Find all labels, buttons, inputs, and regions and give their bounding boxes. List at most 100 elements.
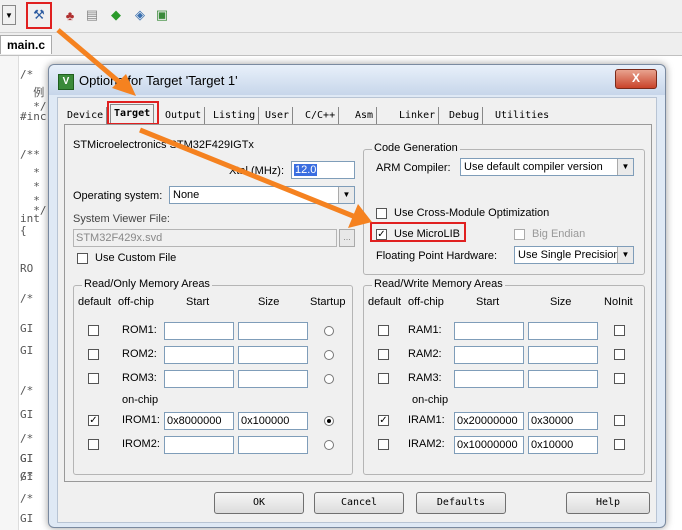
- tab-asm[interactable]: Asm: [352, 107, 378, 124]
- code-line: GI: [20, 470, 34, 483]
- cross-module-checkbox[interactable]: [376, 208, 387, 219]
- tab-output[interactable]: Output: [162, 107, 206, 124]
- rw-size-input[interactable]: 0x10000: [528, 436, 598, 454]
- startup-radio[interactable]: [324, 416, 334, 426]
- arm-compiler-label: ARM Compiler:: [376, 162, 451, 174]
- ok-button[interactable]: OK: [214, 492, 304, 514]
- big-endian-label: Big Endian: [532, 228, 586, 240]
- tab-device[interactable]: Device: [64, 107, 108, 124]
- rw-start-input[interactable]: [454, 370, 524, 388]
- ro-default-checkbox[interactable]: [88, 325, 99, 336]
- code-line: /*: [20, 432, 34, 445]
- ro-default-checkbox[interactable]: ✓: [88, 415, 99, 426]
- rw-default-checkbox[interactable]: [378, 325, 389, 336]
- ro-start-input[interactable]: [164, 322, 234, 340]
- stack-icon[interactable]: ▤: [82, 5, 102, 25]
- rw-start-input[interactable]: [454, 346, 524, 364]
- rw-default-checkbox[interactable]: [378, 373, 389, 384]
- code-line: /**: [20, 148, 40, 161]
- component-icon[interactable]: ♣: [60, 5, 80, 25]
- dropdown-arrow-icon[interactable]: ▼: [2, 5, 16, 25]
- startup-radio[interactable]: [324, 440, 334, 450]
- noinit-checkbox[interactable]: [614, 439, 625, 450]
- rw-start-input[interactable]: 0x20000000: [454, 412, 524, 430]
- ro-row-name: ROM3:: [122, 372, 157, 384]
- ro-size-input[interactable]: 0x100000: [238, 412, 308, 430]
- code-generation-title: Code Generation: [372, 142, 460, 154]
- rw-size-input[interactable]: [528, 322, 598, 340]
- tab-cpp[interactable]: C/C++: [302, 107, 340, 124]
- code-line: *: [20, 180, 40, 193]
- device-name: STMicroelectronics STM32F429IGTx: [73, 139, 254, 151]
- microlib-highlight-box: [370, 222, 466, 242]
- noinit-checkbox[interactable]: [614, 349, 625, 360]
- ro-start-input[interactable]: [164, 436, 234, 454]
- ro-row-name: IROM1:: [122, 414, 160, 426]
- rw-size-input[interactable]: 0x30000: [528, 412, 598, 430]
- ro-header-startup: Startup: [310, 296, 346, 308]
- file-tab-main[interactable]: main.c: [0, 35, 53, 54]
- rw-start-input[interactable]: 0x10000000: [454, 436, 524, 454]
- defaults-button[interactable]: Defaults: [416, 492, 506, 514]
- tab-utilities[interactable]: Utilities: [492, 107, 552, 124]
- ro-header-size: Size: [258, 296, 280, 308]
- rw-default-checkbox[interactable]: [378, 349, 389, 360]
- code-line: *: [20, 166, 40, 179]
- rw-header-start: Start: [476, 296, 500, 308]
- fp-hardware-select[interactable]: Use Single Precision ▼: [514, 246, 634, 264]
- dialog-titlebar: V Options for Target 'Target 1' X: [49, 65, 665, 95]
- noinit-checkbox[interactable]: [614, 325, 625, 336]
- rw-default-checkbox[interactable]: ✓: [378, 415, 389, 426]
- ro-memory-group: Read/Only Memory Areas default off-chip …: [73, 278, 353, 475]
- book-icon[interactable]: ▣: [152, 5, 172, 25]
- ro-default-checkbox[interactable]: [88, 373, 99, 384]
- rw-onchip-label: on-chip: [412, 394, 449, 406]
- rw-row-name: RAM2:: [408, 348, 442, 360]
- svf-input[interactable]: STM32F429x.svd: [73, 229, 337, 247]
- code-line: 例: [20, 86, 45, 99]
- ro-start-input[interactable]: 0x8000000: [164, 412, 234, 430]
- rw-memory-group: Read/Write Memory Areas default off-chip…: [363, 278, 645, 475]
- code-line: RO: [20, 262, 34, 275]
- ro-size-input[interactable]: [238, 346, 308, 364]
- ro-default-checkbox[interactable]: [88, 439, 99, 450]
- tab-listing[interactable]: Listing: [210, 107, 260, 124]
- use-custom-file-checkbox[interactable]: [77, 253, 88, 264]
- svf-browse-button[interactable]: ...: [339, 229, 355, 247]
- diamond-icon[interactable]: ◆: [106, 5, 126, 25]
- big-endian-checkbox[interactable]: [514, 229, 525, 240]
- startup-radio[interactable]: [324, 374, 334, 384]
- startup-radio[interactable]: [324, 326, 334, 336]
- rw-start-input[interactable]: [454, 322, 524, 340]
- code-line: {: [20, 224, 27, 237]
- help-button[interactable]: Help: [566, 492, 650, 514]
- rw-default-checkbox[interactable]: [378, 439, 389, 450]
- chevron-down-icon: ▼: [617, 247, 633, 263]
- close-button[interactable]: X: [615, 69, 657, 89]
- startup-radio[interactable]: [324, 350, 334, 360]
- ro-default-checkbox[interactable]: [88, 349, 99, 360]
- ro-start-input[interactable]: [164, 346, 234, 364]
- rw-header-offchip: off-chip: [408, 296, 444, 308]
- noinit-checkbox[interactable]: [614, 415, 625, 426]
- ro-size-input[interactable]: [238, 436, 308, 454]
- rw-size-input[interactable]: [528, 370, 598, 388]
- ro-size-input[interactable]: [238, 370, 308, 388]
- ro-onchip-label: on-chip: [122, 394, 159, 406]
- target-panel: STMicroelectronics STM32F429IGTx Xtal (M…: [64, 124, 652, 482]
- noinit-checkbox[interactable]: [614, 373, 625, 384]
- tab-debug[interactable]: Debug: [446, 107, 484, 124]
- ro-start-input[interactable]: [164, 370, 234, 388]
- pack-installer-icon[interactable]: ◈: [130, 5, 150, 25]
- rw-row-name: RAM1:: [408, 324, 442, 336]
- xtal-input[interactable]: 12.0: [291, 161, 355, 179]
- os-select[interactable]: None ▼: [169, 186, 355, 204]
- cancel-button[interactable]: Cancel: [314, 492, 404, 514]
- tab-user[interactable]: User: [262, 107, 294, 124]
- tab-linker[interactable]: Linker: [396, 107, 440, 124]
- rw-size-input[interactable]: [528, 346, 598, 364]
- rw-header-noinit: NoInit: [604, 296, 633, 308]
- arm-compiler-select[interactable]: Use default compiler version ▼: [460, 158, 634, 176]
- code-line: #inc: [20, 110, 47, 123]
- ro-size-input[interactable]: [238, 322, 308, 340]
